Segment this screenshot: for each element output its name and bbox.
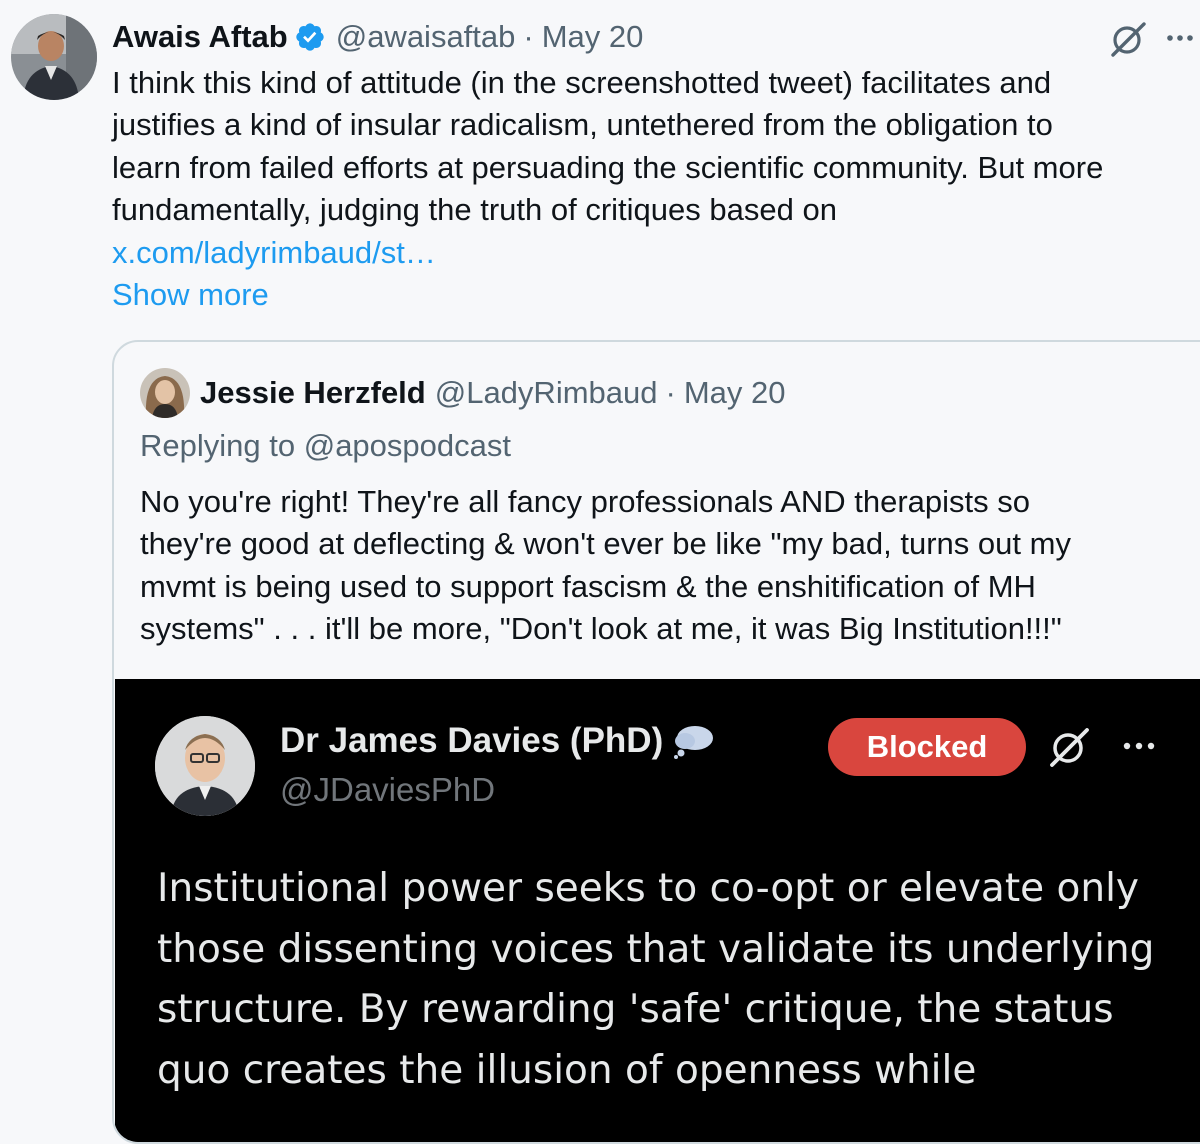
screenshot-author-handle: @JDaviesPhD: [280, 771, 496, 808]
quoted-author-avatar[interactable]: [140, 368, 190, 418]
quoted-text: No you're right! They're all fancy profe…: [140, 481, 1200, 651]
tweet-text-line: fundamentally, judging the truth of crit…: [112, 192, 837, 228]
screenshot-author-avatar: [155, 716, 255, 816]
more-icon[interactable]: [1162, 20, 1198, 56]
screenshot-grok-icon: [1047, 725, 1091, 769]
quoted-text-line: systems" . . . it'll be more, "Don't loo…: [140, 611, 1062, 647]
replying-to: Replying to @apospodcast: [140, 428, 511, 464]
screenshot-text-line: those dissenting voices that validate it…: [157, 926, 1155, 972]
replying-to-handle[interactable]: @apospodcast: [304, 428, 511, 463]
quoted-text-line: No you're right! They're all fancy profe…: [140, 484, 1031, 519]
author-avatar[interactable]: [11, 14, 97, 100]
screenshot-text-line: Institutional power seeks to co-opt or e…: [157, 866, 1140, 911]
header-separator: ·: [523, 19, 534, 54]
screenshot-author-name: Dr James Davies (PhD): [280, 721, 664, 760]
cloud-badge-icon: [671, 723, 715, 759]
replying-to-prefix: Replying to: [140, 428, 304, 463]
quoted-tweet[interactable]: Jessie Herzfeld @LadyRimbaud · May 20 Re…: [112, 340, 1200, 1144]
tweet-date[interactable]: May 20: [542, 17, 644, 57]
screenshot-author-name-row: Dr James Davies (PhD): [280, 721, 715, 761]
blocked-button: Blocked: [828, 718, 1026, 776]
tweet-text-line: I think this kind of attitude (in the sc…: [112, 65, 1052, 100]
screenshot-more-icon: [1119, 731, 1159, 761]
screenshot-text-line: quo creates the illusion of openness whi…: [157, 1047, 977, 1093]
tweet-header: Awais Aftab @awaisaftab · May 20: [112, 17, 643, 57]
author-name[interactable]: Awais Aftab: [112, 17, 288, 57]
quoted-author-name[interactable]: Jessie Herzfeld: [200, 375, 426, 411]
screenshot-text: Institutional power seeks to co-opt or e…: [157, 859, 1200, 1101]
tweet-text-line: learn from failed efforts at persuading …: [112, 149, 1104, 185]
tweet-text: I think this kind of attitude (in the sc…: [112, 62, 1192, 316]
quoted-author-handle[interactable]: @LadyRimbaud: [435, 375, 658, 411]
author-handle[interactable]: @awaisaftab: [336, 17, 516, 57]
quoted-date[interactable]: May 20: [684, 375, 786, 411]
quoted-header: Jessie Herzfeld @LadyRimbaud · May 20: [200, 372, 786, 414]
quoted-text-line: they're good at deflecting & won't ever …: [140, 526, 1071, 562]
grok-icon[interactable]: [1108, 19, 1148, 59]
screenshot-text-line: structure. By rewarding 'safe' critique,…: [157, 987, 1114, 1032]
verified-badge-icon[interactable]: [294, 21, 326, 53]
tweet-link[interactable]: x.com/ladyrimbaud/st…: [112, 232, 1192, 274]
tweet-text-line: justifies a kind of insular radicalism, …: [112, 107, 1053, 143]
quoted-text-line: mvmt is being used to support fascism & …: [140, 568, 1036, 604]
show-more-link[interactable]: Show more: [112, 274, 1192, 316]
quoted-header-separator: ·: [665, 375, 676, 410]
quoted-screenshot-image[interactable]: Dr James Davies (PhD) @JDaviesPhD Blocke…: [115, 679, 1200, 1142]
